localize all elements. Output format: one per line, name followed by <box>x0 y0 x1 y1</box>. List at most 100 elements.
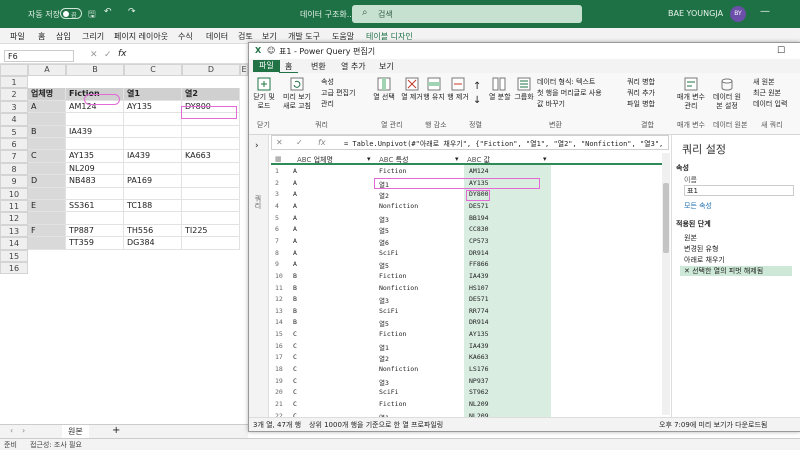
table-header-cell[interactable]: 업체명 <box>28 88 66 101</box>
formula-fx-icon[interactable]: fx <box>318 138 326 147</box>
grid-cell[interactable] <box>28 138 66 151</box>
pq-table-row[interactable]: 19 C 열3 NP937 <box>271 376 663 388</box>
tab-transform[interactable]: 변환 <box>305 61 332 72</box>
expand-pane-icon[interactable]: › <box>255 141 259 151</box>
row-header[interactable]: 7 <box>0 150 28 163</box>
keep-rows-button[interactable]: 행 유지 <box>421 77 447 102</box>
column-header-attribute[interactable]: ABC 특성 <box>379 155 408 165</box>
pq-table-row[interactable]: 6 A 열5 CC830 <box>271 224 663 236</box>
data-source-settings-button[interactable]: 데이터 원본 설정 <box>711 77 743 111</box>
row-header[interactable]: 5 <box>0 125 28 138</box>
pq-table-row[interactable]: 11 B Nonfiction HS107 <box>271 283 663 295</box>
data-cell[interactable]: E <box>28 200 66 213</box>
data-cell[interactable]: IA439 <box>66 125 124 138</box>
undo-icon[interactable]: ↶ <box>104 7 112 17</box>
table-header-cell[interactable]: 열1 <box>124 88 182 101</box>
pq-table-row[interactable]: 15 C Fiction AY135 <box>271 329 663 341</box>
pq-table-row[interactable]: 18 C Nonfiction LS176 <box>271 364 663 376</box>
grid-cell[interactable] <box>28 212 66 225</box>
menu-review[interactable]: 검토 <box>238 31 253 42</box>
grid-cell[interactable] <box>124 187 182 200</box>
table-header-cell[interactable]: 열2 <box>182 88 240 101</box>
menu-developer[interactable]: 개발 도구 <box>288 31 320 42</box>
pq-table-row[interactable]: 9 A 열5 FF866 <box>271 259 663 271</box>
data-cell[interactable]: IA439 <box>124 150 182 163</box>
all-properties-link[interactable]: 모든 속성 <box>684 201 712 211</box>
grid-cell[interactable] <box>124 162 182 176</box>
refresh-preview-button[interactable]: 미리 보기 새로 고침 <box>281 77 313 111</box>
menu-data[interactable]: 데이터 <box>206 31 228 42</box>
row-header[interactable]: 6 <box>0 138 28 151</box>
formula-cancel-icon[interactable]: ✕ <box>276 138 283 147</box>
row-header[interactable]: 10 <box>0 187 28 200</box>
manage-parameters-button[interactable]: 매개 변수 관리 <box>675 77 707 111</box>
column-header-company[interactable]: ABC 업체명 <box>297 155 333 165</box>
cancel-icon[interactable]: ✕ <box>90 50 98 60</box>
combine-files-button[interactable]: 파일 병합 <box>627 99 655 109</box>
row-header[interactable]: 8 <box>0 162 28 176</box>
pq-formula-bar[interactable]: ✕ ✓ fx = Table.Unpivot(#"아래로 채우기", {"Fic… <box>271 135 669 150</box>
formula-text[interactable]: = Table.Unpivot(#"아래로 채우기", {"Fiction", … <box>344 139 663 149</box>
properties-button[interactable]: 속성 <box>321 77 334 87</box>
grid-cell[interactable] <box>28 162 66 176</box>
accessibility-status[interactable]: 접근성: 조사 필요 <box>30 440 82 450</box>
row-header[interactable]: 13 <box>0 224 28 238</box>
col-header-d[interactable]: D <box>182 64 240 76</box>
choose-columns-button[interactable]: 열 선택 <box>371 77 397 102</box>
grid-cell[interactable] <box>124 125 182 138</box>
menu-formulas[interactable]: 수식 <box>178 31 193 42</box>
data-cell[interactable]: A <box>28 100 66 114</box>
company-filter-icon[interactable]: ▾ <box>367 155 371 163</box>
grid-cell[interactable] <box>124 212 182 225</box>
advanced-editor-button[interactable]: 고급 편집기 <box>321 88 355 98</box>
tab-add-column[interactable]: 열 추가 <box>335 61 372 72</box>
step-unpivot-selected[interactable]: ✕ 선택한 열의 피벗 해제됨 <box>680 266 792 276</box>
manage-button[interactable]: 관리 <box>321 99 334 109</box>
menu-page-layout[interactable]: 페이지 레이아웃 <box>114 31 168 42</box>
maximize-icon[interactable]: ☐ <box>777 46 785 56</box>
menu-help[interactable]: 도움말 <box>332 31 354 42</box>
search-box[interactable]: ⌕ 검색 <box>352 5 582 23</box>
data-cell[interactable]: DG384 <box>124 237 182 250</box>
pq-table-row[interactable]: 17 C 열2 KA663 <box>271 352 663 364</box>
data-cell[interactable]: SS361 <box>66 200 124 213</box>
grid-cell[interactable] <box>182 187 240 200</box>
row-header[interactable]: 15 <box>0 249 28 262</box>
formula-accept-icon[interactable]: ✓ <box>296 138 303 147</box>
grid-cell[interactable] <box>182 212 240 225</box>
enter-icon[interactable]: ✓ <box>104 50 112 60</box>
row-header[interactable]: 2 <box>0 88 28 101</box>
group-by-button[interactable]: 그룹화 <box>513 77 535 102</box>
grid-cell[interactable] <box>28 187 66 200</box>
grid-cell[interactable] <box>182 175 240 188</box>
recent-sources-button[interactable]: 최근 원본 <box>753 88 781 98</box>
data-type-dropdown[interactable]: 데이터 형식: 텍스트 <box>537 77 595 87</box>
grid-scrollbar[interactable] <box>662 153 670 415</box>
pq-table-row[interactable]: 1 A Fiction AM124 <box>271 166 663 178</box>
data-cell[interactable]: AY135 <box>66 150 124 163</box>
table-menu-icon[interactable]: ▦ <box>275 155 282 163</box>
data-cell[interactable]: C <box>28 150 66 163</box>
save-icon[interactable]: 🖫 <box>88 7 96 23</box>
select-all-corner[interactable] <box>0 64 28 76</box>
next-sheet-icon[interactable]: › <box>22 426 25 435</box>
grid-cell[interactable] <box>182 138 240 151</box>
grid-cell[interactable] <box>124 138 182 151</box>
data-cell[interactable]: TP887 <box>66 224 124 238</box>
col-header-c[interactable]: C <box>124 64 182 76</box>
enter-data-button[interactable]: 데이터 입력 <box>753 99 787 109</box>
grid-cell[interactable] <box>182 200 240 213</box>
function-icon[interactable]: fx <box>118 49 127 59</box>
data-cell[interactable]: PA169 <box>124 175 182 188</box>
add-sheet-icon[interactable]: + <box>112 425 120 436</box>
pq-table-row[interactable]: 13 B SciFi RR774 <box>271 306 663 318</box>
col-header-e[interactable]: E <box>240 64 248 76</box>
sort-asc-icon[interactable]: ↑ <box>473 81 481 92</box>
col-header-b[interactable]: B <box>66 64 124 76</box>
query-name-input[interactable]: 표1 <box>684 185 794 196</box>
value-filter-icon[interactable]: ▾ <box>543 155 547 163</box>
data-cell[interactable]: AY135 <box>124 100 182 114</box>
row-header[interactable]: 12 <box>0 212 28 225</box>
data-cell[interactable]: NB483 <box>66 175 124 188</box>
grid-cell[interactable] <box>66 187 124 200</box>
